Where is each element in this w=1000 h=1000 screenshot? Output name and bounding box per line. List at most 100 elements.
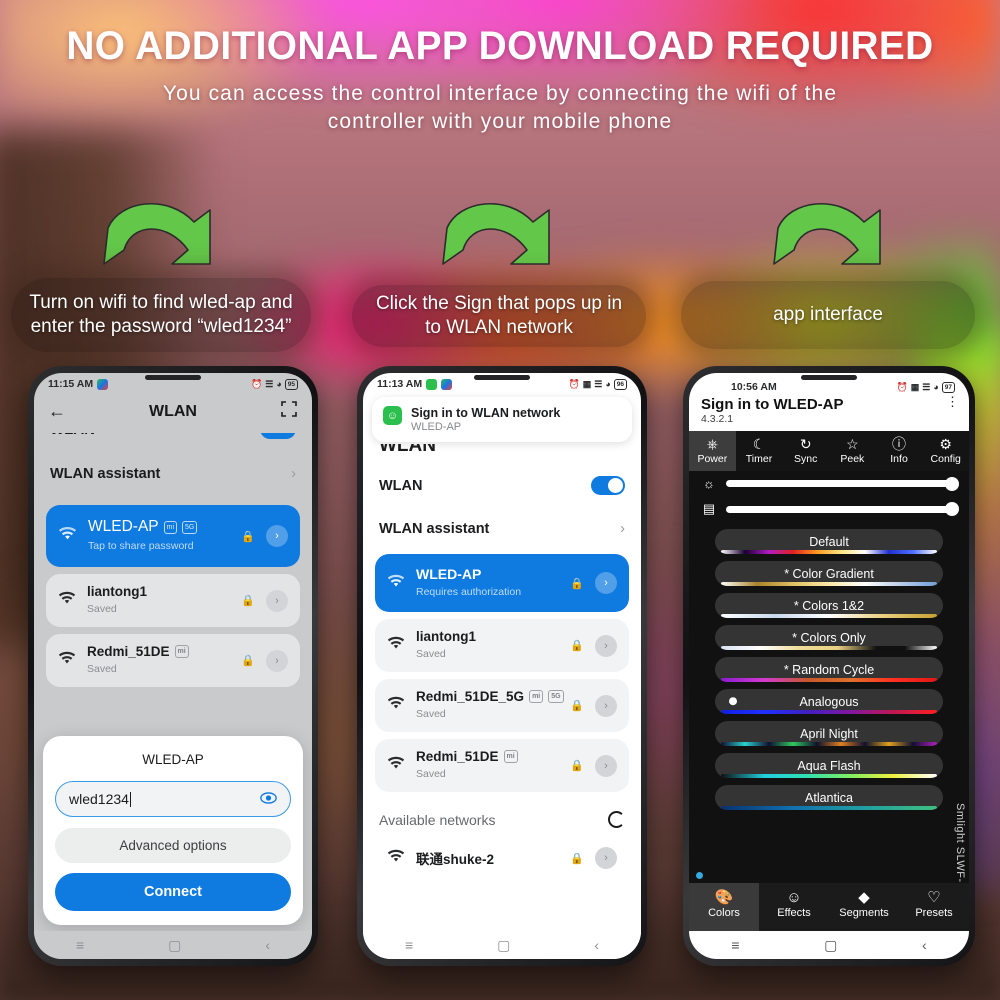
palette-item-aqua-flash[interactable]: Aqua Flash bbox=[715, 753, 943, 778]
network-sub: Saved bbox=[416, 708, 446, 720]
phone-1-navbar: ← WLAN bbox=[34, 392, 312, 433]
phone-3-screen: 10:56 AM ⏰ ▦ ☰ ◕ 97 Sign in to WLED-AP 4… bbox=[689, 373, 969, 959]
phone-1-clipped-wlan-row: WLAN bbox=[34, 433, 312, 451]
wlan-toggle-item[interactable]: WLAN bbox=[363, 463, 641, 508]
palette-item-analogous[interactable]: Analogous bbox=[715, 689, 943, 714]
page-subtitle: You can access the control interface by … bbox=[162, 82, 838, 134]
brightness-slider-row[interactable]: ☼ bbox=[689, 471, 969, 496]
home-button-icon[interactable]: ▢ bbox=[497, 937, 510, 954]
chevron-right-icon[interactable]: › bbox=[595, 634, 617, 657]
back-button-icon[interactable]: ‹ bbox=[265, 937, 270, 953]
alarm-icon: ⏰ bbox=[251, 378, 263, 389]
chevron-right-icon[interactable]: › bbox=[266, 525, 288, 547]
menu-button-icon[interactable]: ≡ bbox=[731, 937, 739, 953]
phone-1-frame: 11:15 AM ⏰ ☰ ◕ 95 ← WLAN WLAN assistant … bbox=[28, 366, 318, 966]
network-row-liantong1[interactable]: liantong1 Saved 🔒 › bbox=[375, 619, 629, 672]
5g-badge: 5G bbox=[182, 520, 198, 534]
menu-button-icon[interactable]: ≡ bbox=[76, 937, 84, 953]
menu-button-icon[interactable]: ≡ bbox=[405, 937, 413, 953]
chevron-right-icon[interactable]: › bbox=[595, 694, 617, 717]
tab-segments[interactable]: ◆ Segments bbox=[829, 883, 899, 931]
password-input[interactable]: wled1234 bbox=[55, 781, 291, 817]
info-icon: ⓘ bbox=[892, 436, 907, 452]
palette-slider[interactable] bbox=[726, 502, 959, 516]
play-store-icon bbox=[441, 378, 453, 390]
palette-name: Analogous bbox=[799, 695, 859, 709]
network-sub: Requires authorization bbox=[416, 586, 522, 598]
password-value: wled1234 bbox=[69, 791, 129, 807]
lock-icon: 🔒 bbox=[570, 852, 584, 865]
wlan-signin-notification[interactable]: ☺ Sign in to WLAN network WLED-AP bbox=[372, 397, 632, 442]
network-row-redmi-51de[interactable]: Redmi_51DE mi Saved 🔒 › bbox=[46, 634, 300, 687]
android-sign-in-icon: ☺ bbox=[383, 406, 402, 425]
back-arrow-icon[interactable]: ← bbox=[48, 401, 66, 422]
network-row-liantong1[interactable]: liantong1 Saved 🔒 › bbox=[46, 574, 300, 627]
tab-info[interactable]: ⓘ Info bbox=[876, 431, 923, 471]
tab-presets[interactable]: ♡ Presets bbox=[899, 883, 969, 931]
palette-item-colors-only[interactable]: * Colors Only bbox=[715, 625, 943, 650]
signal-icon: ☰ bbox=[265, 378, 274, 389]
connect-button[interactable]: Connect bbox=[55, 873, 291, 911]
app-title: Sign in to WLED-AP bbox=[701, 396, 844, 413]
page-title: NO ADDITIONAL APP DOWNLOAD REQUIRED bbox=[66, 24, 934, 68]
phone-1-nav-buttons: ≡ ▢ ‹ bbox=[34, 931, 312, 959]
chevron-right-icon[interactable]: › bbox=[266, 589, 288, 612]
palette-item-default[interactable]: Default bbox=[715, 529, 943, 554]
mi-badge: mi bbox=[529, 690, 544, 703]
network-name: liantong1 bbox=[87, 584, 147, 599]
chevron-right-icon[interactable]: › bbox=[595, 754, 617, 777]
tab-config[interactable]: ⚙ Config bbox=[922, 431, 969, 471]
wlan-toggle[interactable] bbox=[260, 433, 296, 439]
palette-item-atlantica[interactable]: Atlantica bbox=[715, 785, 943, 810]
palette-item-color-gradient[interactable]: * Color Gradient bbox=[715, 561, 943, 586]
lock-icon: 🔒 bbox=[570, 640, 584, 652]
wlan-assistant-label: WLAN assistant bbox=[379, 521, 490, 537]
play-store-icon bbox=[97, 378, 109, 390]
tab-sync[interactable]: ↻ Sync bbox=[782, 431, 829, 471]
tab-label: Peek bbox=[840, 453, 865, 465]
back-button-icon[interactable]: ‹ bbox=[594, 937, 599, 953]
palette-item-april-night[interactable]: April Night bbox=[715, 721, 943, 746]
wlan-toggle[interactable] bbox=[591, 476, 625, 495]
wlan-assistant-item[interactable]: WLAN assistant › bbox=[34, 453, 312, 495]
advanced-options-button[interactable]: Advanced options bbox=[55, 828, 291, 863]
brightness-slider[interactable] bbox=[726, 476, 959, 491]
palette-item-colors-1-2[interactable]: * Colors 1&2 bbox=[715, 593, 943, 618]
tab-power[interactable]: ⎈ Power bbox=[689, 431, 736, 471]
palette-gradient bbox=[721, 614, 937, 618]
kebab-menu-icon[interactable]: ⋮ bbox=[946, 395, 959, 408]
palette-slider-row[interactable]: ▤ bbox=[689, 496, 969, 522]
phone-2-frame: 11:13 AM ⏰ ▦ ☰ ◕ 96 ☺ Sign in to WLAN ne… bbox=[357, 366, 647, 966]
tab-label: Timer bbox=[745, 453, 773, 465]
phone-2-screen: 11:13 AM ⏰ ▦ ☰ ◕ 96 ☺ Sign in to WLAN ne… bbox=[363, 373, 641, 959]
wlan-assistant-item[interactable]: WLAN assistant › bbox=[363, 508, 641, 550]
network-row-shuke-2[interactable]: 联通shuke-2 🔒 › bbox=[375, 841, 629, 875]
palette-item-random-cycle[interactable]: * Random Cycle bbox=[715, 657, 943, 682]
network-row-redmi-51de[interactable]: Redmi_51DE mi Saved 🔒 › bbox=[375, 739, 629, 792]
tab-colors[interactable]: 🎨 Colors bbox=[689, 883, 759, 931]
palette-list[interactable]: Default * Color Gradient * Colors 1&2 * … bbox=[689, 529, 969, 810]
eye-icon[interactable] bbox=[260, 791, 277, 807]
sd-card-icon: ▦ bbox=[910, 381, 920, 392]
network-row-wled-ap[interactable]: WLED-AP mi 5G Tap to share password 🔒 › bbox=[46, 505, 300, 567]
home-button-icon[interactable]: ▢ bbox=[824, 937, 837, 954]
network-row-redmi-51de-5g[interactable]: Redmi_51DE_5G mi 5G Saved 🔒 › bbox=[375, 679, 629, 732]
back-button-icon[interactable]: ‹ bbox=[922, 937, 927, 953]
home-button-icon[interactable]: ▢ bbox=[168, 937, 181, 954]
wifi-icon bbox=[58, 526, 77, 546]
chevron-right-icon[interactable]: › bbox=[595, 572, 617, 594]
chevron-right-icon[interactable]: › bbox=[266, 649, 288, 672]
palette-gradient bbox=[721, 550, 937, 554]
phone-3-frame: 10:56 AM ⏰ ▦ ☰ ◕ 97 Sign in to WLED-AP 4… bbox=[683, 366, 975, 966]
loading-spinner-icon bbox=[608, 811, 625, 828]
tab-timer[interactable]: ☾ Timer bbox=[736, 431, 783, 471]
wled-header: 10:56 AM ⏰ ▦ ☰ ◕ 97 Sign in to WLED-AP 4… bbox=[689, 373, 969, 431]
wlan-assistant-label: WLAN assistant bbox=[50, 466, 161, 482]
lock-icon: 🔒 bbox=[241, 530, 255, 543]
chevron-right-icon[interactable]: › bbox=[595, 847, 617, 869]
tab-effects[interactable]: ☺ Effects bbox=[759, 883, 829, 931]
tab-peek[interactable]: ☆ Peek bbox=[829, 431, 876, 471]
network-row-wled-ap[interactable]: WLED-AP Requires authorization 🔒 › bbox=[375, 554, 629, 612]
caption-bubble-2: Click the Sign that pops up in to WLAN n… bbox=[352, 285, 646, 347]
qr-scan-icon[interactable] bbox=[280, 400, 298, 423]
